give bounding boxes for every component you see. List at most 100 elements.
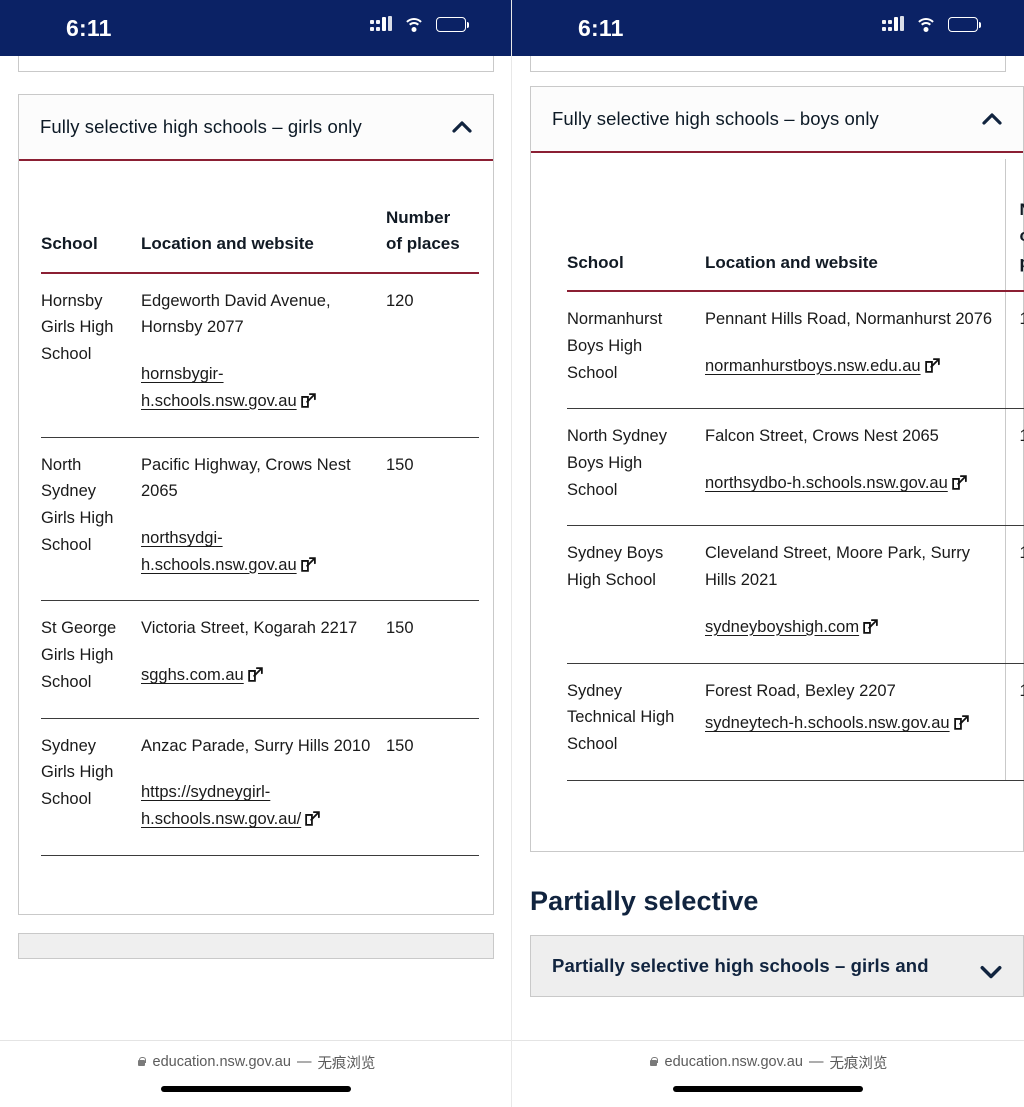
right-page-content: Fully selective high schools – boys only [512,56,1024,997]
next-accordion-clipped[interactable] [18,932,494,959]
table-wrapper-girls: School Location and website Number of pl… [19,167,493,856]
cell-places: 150 [386,718,479,856]
school-website-link[interactable]: sydneytech-h.schools.nsw.gov.au [705,714,950,732]
external-link-icon [247,667,263,682]
col-header-places: Number of places [386,167,479,274]
cell-location: Falcon Street, Crows Nest 2065 northsydb… [705,408,1005,527]
status-bar-time: 6:11 [578,15,624,41]
col-header-location: Location and website [141,167,386,274]
right-phone-pane: 6:11 Fully selective high schools – boys… [512,0,1024,1107]
school-website-link[interactable]: https://sydneygirl-h.schools.nsw.gov.au/ [141,783,301,828]
external-link-icon [300,393,316,408]
address-text: Anzac Parade, Surry Hills 2010 [141,736,371,755]
table-row: Sydney Technical High School Forest Road… [567,663,1024,781]
address-text: Forest Road, Bexley 2207 [705,681,896,700]
school-website-link[interactable]: northsydbo-h.schools.nsw.gov.au [705,474,948,492]
cell-places: 1 [1004,525,1024,664]
cell-location: Pennant Hills Road, Normanhurst 2076 nor… [705,291,1005,410]
col-header-school: School [41,167,141,274]
cell-location: Victoria Street, Kogarah 2217 sgghs.com.… [141,600,386,719]
signal-icon [370,16,392,33]
table-row: Sydney Boys High School Cleveland Street… [567,525,1024,664]
chevron-up-icon[interactable] [981,108,1003,130]
external-link-icon [952,475,967,490]
cell-places: 1 [1004,291,1024,410]
url-display[interactable]: education.nsw.gov.au — 无痕浏览 [0,1041,512,1083]
section-heading-partially-selective: Partially selective [530,885,759,916]
battery-icon [436,17,470,32]
battery-icon [948,17,982,32]
left-phone-pane: 6:11 Fully selective high schools – girl… [0,0,512,1107]
school-website-link[interactable]: sgghs.com.au [141,666,244,684]
home-indicator[interactable] [161,1086,351,1092]
cell-school: North Sydney Girls High School [41,437,141,602]
accordion-title-girls: Fully selective high schools – girls onl… [40,116,362,137]
external-link-icon [924,358,940,373]
accordion-fully-selective-boys: Fully selective high schools – boys only [530,86,1024,852]
accordion-fully-selective-girls: Fully selective high schools – girls onl… [18,94,494,915]
pane-divider [511,0,512,1107]
url-separator: — [296,1054,312,1070]
wifi-icon [915,17,937,33]
address-text: Falcon Street, Crows Nest 2065 [705,427,939,446]
status-bar-left: 6:11 [0,0,512,56]
school-website-link[interactable]: sydneyboyshigh.com [705,618,859,636]
cell-location: Anzac Parade, Surry Hills 2010 https://s… [141,718,386,856]
accordion-header-girls[interactable]: Fully selective high schools – girls onl… [19,95,493,162]
table-fully-selective-boys: School Location and website Number of pl… [567,159,1024,781]
previous-accordion-clipped[interactable] [530,56,1006,72]
school-website-link[interactable]: northsydgi-h.schools.nsw.gov.au [141,529,297,574]
status-bar-icons [882,16,982,33]
incognito-label: 无痕浏览 [317,1055,376,1072]
col-header-places-text: Number of places [1020,200,1024,272]
address-text: Edgeworth David Avenue, Hornsby 2077 [141,291,331,337]
url-text: education.nsw.gov.au [664,1054,803,1070]
accordion-title-partially: Partially selective high schools – girls… [552,954,929,976]
previous-accordion-clipped[interactable] [18,56,494,72]
school-website-link[interactable]: normanhurstboys.nsw.edu.au [705,357,921,375]
cell-location: Forest Road, Bexley 2207 sydneytech-h.sc… [705,663,1005,781]
col-header-places: Number of places [1004,159,1024,293]
table-wrapper-boys: School Location and website Number of pl… [531,159,1024,781]
accordion-header-boys[interactable]: Fully selective high schools – boys only [531,87,1023,154]
incognito-label: 无痕浏览 [829,1055,888,1072]
table-row: Hornsby Girls High School Edgeworth Davi… [41,272,479,438]
external-link-icon [863,619,878,634]
lock-icon [649,1056,659,1068]
cell-places: 1 [1004,408,1024,527]
external-link-icon [953,715,969,731]
chevron-up-icon[interactable] [451,116,473,138]
accordion-body-girls: School Location and website Number of pl… [19,167,493,914]
cell-places: 1 [1004,663,1024,781]
external-link-icon [300,557,316,572]
accordion-partially-selective-girls-and-boys[interactable]: Partially selective high schools – girls… [530,934,1024,997]
address-text: Cleveland Street, Moore Park, Surry Hill… [705,544,971,590]
cell-school: Hornsby Girls High School [41,272,141,438]
address-text: Pacific Highway, Crows Nest 2065 [141,455,351,501]
status-bar-time: 6:11 [66,15,112,41]
cell-school: Sydney Girls High School [41,718,141,856]
cell-places: 120 [386,272,479,438]
table-row: Normanhurst Boys High School Pennant Hil… [567,291,1024,410]
accordion-body-padding [531,781,1023,841]
home-indicator[interactable] [673,1086,863,1092]
address-text: Victoria Street, Kogarah 2217 [141,619,358,638]
school-website-link[interactable]: hornsbygir-h.schools.nsw.gov.au [141,365,297,410]
accordion-body-boys: School Location and website Number of pl… [531,159,1024,851]
left-page-content: Fully selective high schools – girls onl… [0,56,512,959]
cell-places: 150 [386,600,479,719]
table-header-row: School Location and website Number of pl… [567,159,1024,293]
table-row: North Sydney Boys High School Falcon Str… [567,408,1024,527]
cell-location: Edgeworth David Avenue, Hornsby 2077 hor… [141,272,386,438]
url-display[interactable]: education.nsw.gov.au — 无痕浏览 [512,1041,1024,1083]
chevron-down-icon[interactable] [979,959,1002,981]
cell-school: St George Girls High School [41,600,141,719]
